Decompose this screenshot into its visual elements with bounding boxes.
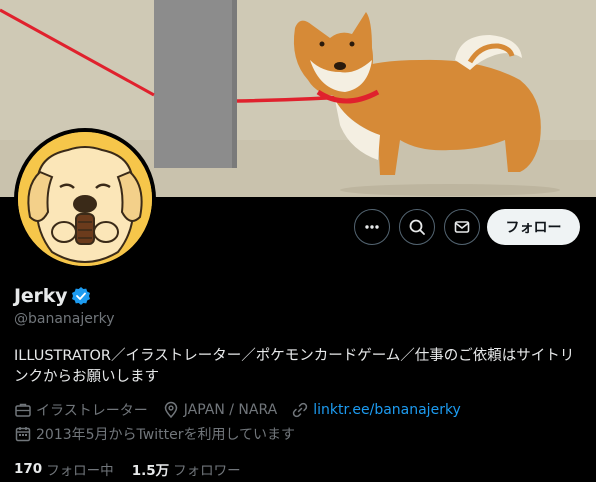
meta-category: イラストレーター xyxy=(14,400,148,420)
verified-badge-icon[interactable] xyxy=(71,286,91,306)
meta-website[interactable]: linktr.ee/bananajerky xyxy=(291,401,461,419)
following-stat[interactable]: 170 フォロー中 xyxy=(14,459,114,479)
followers-stat[interactable]: 1.5万 フォロワー xyxy=(132,459,241,479)
following-label: フォロー中 xyxy=(46,463,114,479)
follow-stats: 170 フォロー中 1.5万 フォロワー xyxy=(14,459,259,479)
profile-actions: フォロー xyxy=(0,209,596,245)
category-text: イラストレーター xyxy=(36,403,148,419)
user-handle: @bananajerky xyxy=(14,311,115,327)
search-button[interactable] xyxy=(399,209,435,245)
website-link[interactable]: linktr.ee/bananajerky xyxy=(313,402,461,418)
more-icon xyxy=(365,225,379,229)
following-count: 170 xyxy=(14,461,43,477)
location-text: JAPAN / NARA xyxy=(183,402,278,418)
search-icon xyxy=(409,219,425,235)
display-name: Jerky xyxy=(14,285,68,307)
calendar-icon xyxy=(15,427,31,442)
meta-joined: 2013年5月からTwitterを利用しています xyxy=(14,424,295,444)
profile-avatar[interactable] xyxy=(14,128,156,270)
more-button[interactable] xyxy=(354,209,390,245)
avatar-illustration xyxy=(18,132,152,266)
name-row: Jerky xyxy=(14,284,91,308)
mail-icon xyxy=(454,221,470,233)
location-pin-icon xyxy=(164,401,177,419)
followers-count: 1.5万 xyxy=(131,463,170,479)
meta-location: JAPAN / NARA xyxy=(162,401,277,419)
joined-text: 2013年5月からTwitterを利用しています xyxy=(36,427,296,443)
briefcase-icon xyxy=(15,403,31,417)
link-icon xyxy=(293,402,308,418)
follow-button[interactable]: フォロー xyxy=(487,209,580,245)
profile-meta-row: イラストレーター JAPAN / NARA linktr.ee/bananaje… xyxy=(14,400,475,420)
message-button[interactable] xyxy=(444,209,480,245)
profile-joined-row: 2013年5月からTwitterを利用しています xyxy=(14,424,309,444)
followers-label: フォロワー xyxy=(173,463,241,479)
profile-bio: ILLUSTRATOR／イラストレーター／ポケモンカードゲーム／仕事のご依頼はサ… xyxy=(14,348,575,385)
